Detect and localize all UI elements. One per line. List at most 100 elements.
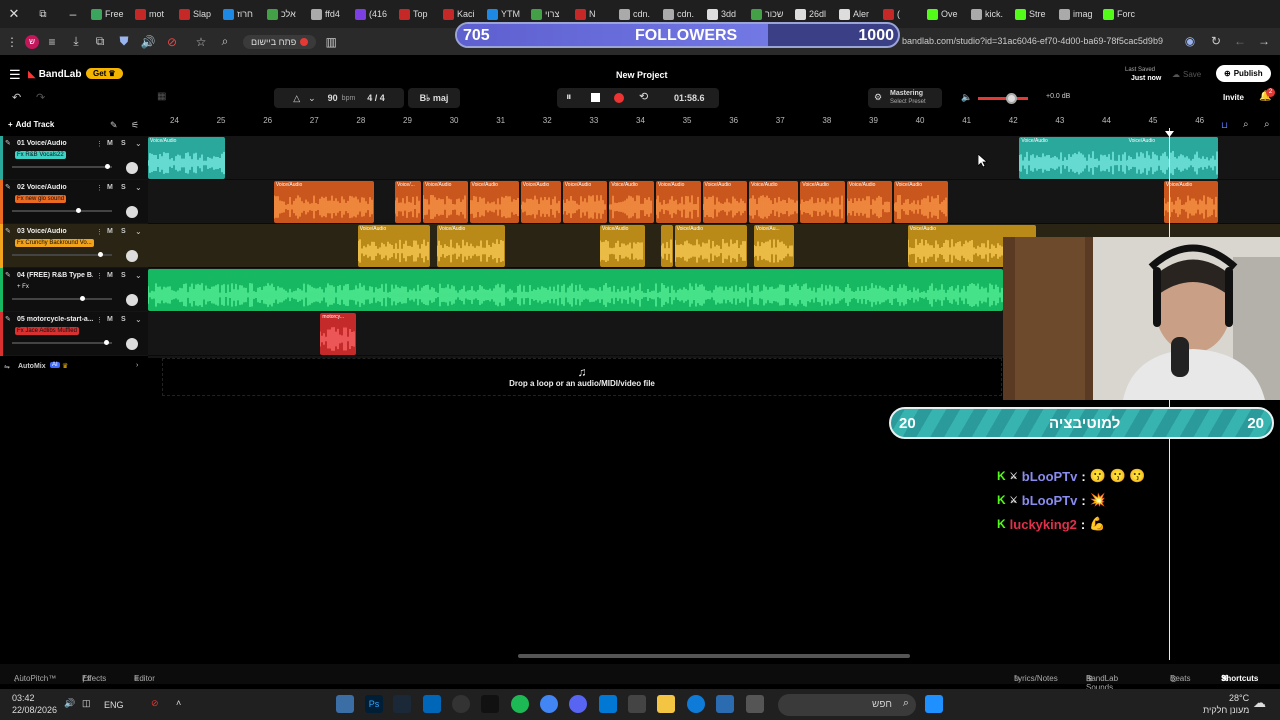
browser-tab[interactable]: kick. (968, 0, 1012, 28)
track-menu-icon[interactable]: ⋮ (96, 184, 103, 192)
track-pan-knob[interactable] (126, 338, 138, 350)
solo-button[interactable]: S (121, 316, 126, 323)
metronome-dropdown-icon[interactable]: ⌄ (308, 93, 316, 104)
track-edit-icon[interactable]: ✎ (5, 227, 11, 235)
vpn-icon[interactable]: ◉ (1179, 30, 1201, 52)
browser-tab[interactable]: mot (132, 0, 176, 28)
playlist-icon[interactable]: ≡ (41, 31, 63, 53)
automix-row[interactable]: ⇋ AutoMix AI ♛ › (0, 360, 148, 374)
obs-icon[interactable] (452, 695, 470, 713)
track-expand-icon[interactable]: ⌄ (135, 227, 142, 236)
mute-button[interactable]: M (107, 272, 113, 279)
grid-icon[interactable]: ▦ (157, 91, 166, 102)
hamburger-icon[interactable]: ☰ (9, 67, 21, 83)
metronome-icon[interactable]: △ (293, 93, 300, 104)
block-icon[interactable]: ⊘ (161, 31, 183, 53)
audio-clip[interactable]: Voice/Audio (1163, 181, 1218, 223)
photoshop-icon[interactable]: Ps (365, 695, 383, 713)
track-name[interactable]: 04 (FREE) R&B Type B... (17, 272, 93, 279)
audio-clip[interactable]: Voice/Audio (469, 181, 519, 223)
track-edit-icon[interactable]: ✎ (5, 271, 11, 279)
back-icon[interactable]: → (1253, 30, 1275, 52)
mute-button[interactable]: M (107, 140, 113, 147)
track-header[interactable]: ✎ 05 motorcycle-start-a... Fx Jace Adlibs … (0, 312, 148, 356)
track-name[interactable]: 03 Voice/Audio (17, 228, 93, 235)
discord-icon[interactable] (569, 695, 587, 713)
browser-tab[interactable]: Top (396, 0, 440, 28)
browser-tab[interactable]: Forc (1100, 0, 1144, 28)
tab-overview-icon[interactable]: ⧉ (28, 0, 58, 28)
bpm-value[interactable]: 90 (328, 93, 338, 103)
track-pan-knob[interactable] (126, 294, 138, 306)
track-settings-icon[interactable]: ⚟ (131, 120, 139, 131)
track-name[interactable]: 05 motorcycle-start-a... (17, 316, 93, 323)
track-lane[interactable]: Voice/Audio Voice/Audio Voice/Audio (148, 136, 1280, 180)
track-volume-handle[interactable] (105, 164, 110, 169)
mail-icon[interactable] (599, 695, 617, 713)
minimize-icon[interactable]: – (58, 0, 88, 28)
project-title[interactable]: New Project (616, 70, 668, 80)
master-volume-knob[interactable] (1006, 93, 1017, 104)
solo-button[interactable]: S (121, 140, 126, 147)
get-button[interactable]: Get ♛ (86, 68, 123, 79)
browser-tab[interactable]: (416 (352, 0, 396, 28)
audio-clip[interactable]: Voice/Audio (749, 181, 799, 223)
chrome-icon[interactable] (540, 695, 558, 713)
volume-icon[interactable]: 🔊 (64, 698, 75, 709)
browser-tab[interactable]: imag (1056, 0, 1100, 28)
epic-games-icon[interactable] (481, 695, 499, 713)
steam-icon[interactable] (393, 695, 411, 713)
network-icon[interactable]: ⊘ (151, 698, 159, 709)
stop-icon[interactable] (591, 93, 600, 102)
key-button[interactable]: B♭ maj (408, 88, 460, 108)
redo-icon[interactable]: ↷ (36, 91, 45, 104)
track-edit-icon[interactable]: ✎ (5, 315, 11, 323)
profile-icon[interactable]: ש (25, 34, 39, 49)
audio-clip[interactable]: Voice/Audio (847, 181, 892, 223)
bookmarks-icon[interactable]: ▥ (320, 31, 342, 53)
track-name[interactable]: 01 Voice/Audio (17, 140, 93, 147)
track-expand-icon[interactable]: ⌄ (135, 183, 142, 192)
track-edit-icon[interactable]: ✎ (5, 183, 11, 191)
terminal-icon[interactable] (746, 695, 764, 713)
playhead-marker-icon[interactable] (1165, 131, 1174, 137)
publish-button[interactable]: ⊕ Publish (1216, 65, 1271, 82)
invite-button[interactable]: Invite (1223, 93, 1244, 102)
audio-clip[interactable]: motorcy... (320, 313, 356, 355)
audio-clip[interactable]: Voice/Au... (753, 225, 794, 267)
track-menu-icon[interactable]: ⋮ (96, 228, 103, 236)
audio-clip[interactable]: Voice/Audio (357, 225, 431, 267)
audio-clip[interactable]: Voice/Audio (562, 181, 608, 223)
mute-master-icon[interactable]: 🔈 (961, 92, 972, 103)
track-volume-slider[interactable] (12, 296, 112, 301)
audio-clip[interactable]: Voice/Audio (1126, 137, 1218, 179)
browser-tab[interactable]: Stre (1012, 0, 1056, 28)
mastering-button[interactable]: ⚙ Mastering Select Preset (868, 88, 942, 108)
track-volume-handle[interactable] (98, 252, 103, 257)
track-menu-icon[interactable]: ⋮ (96, 316, 103, 324)
track-fx-badge[interactable]: Fx Jace Adlibs Muffled (15, 327, 79, 335)
spotify-icon[interactable] (511, 695, 529, 713)
track-volume-handle[interactable] (80, 296, 85, 301)
mute-button[interactable]: M (107, 228, 113, 235)
tray-expand-icon[interactable]: ˄ (176, 698, 181, 708)
edge-icon[interactable] (687, 695, 705, 713)
track-expand-icon[interactable]: ⌄ (135, 315, 142, 324)
horizontal-scrollbar[interactable] (518, 654, 910, 658)
browser-tab[interactable]: אלכ (264, 0, 308, 28)
track-pan-knob[interactable] (126, 162, 138, 174)
track-volume-slider[interactable] (12, 252, 112, 257)
audio-clip[interactable] (148, 269, 1004, 311)
notepad-icon[interactable] (423, 695, 441, 713)
reload-icon[interactable]: ↻ (1205, 30, 1227, 52)
track-fx-badge[interactable]: Fx R&B Vocals22 (15, 151, 66, 159)
browser-tab[interactable]: ffd4 (308, 0, 352, 28)
solo-button[interactable]: S (121, 184, 126, 191)
apps-icon[interactable] (716, 695, 734, 713)
forward-icon[interactable]: ← (1229, 30, 1251, 52)
undo-icon[interactable]: ↶ (12, 91, 21, 104)
track-pan-knob[interactable] (126, 250, 138, 262)
track-menu-icon[interactable]: ⋮ (96, 140, 103, 148)
audio-clip[interactable]: Voice/Audio (436, 225, 505, 267)
pause-icon[interactable]: ⏸ (566, 91, 572, 104)
